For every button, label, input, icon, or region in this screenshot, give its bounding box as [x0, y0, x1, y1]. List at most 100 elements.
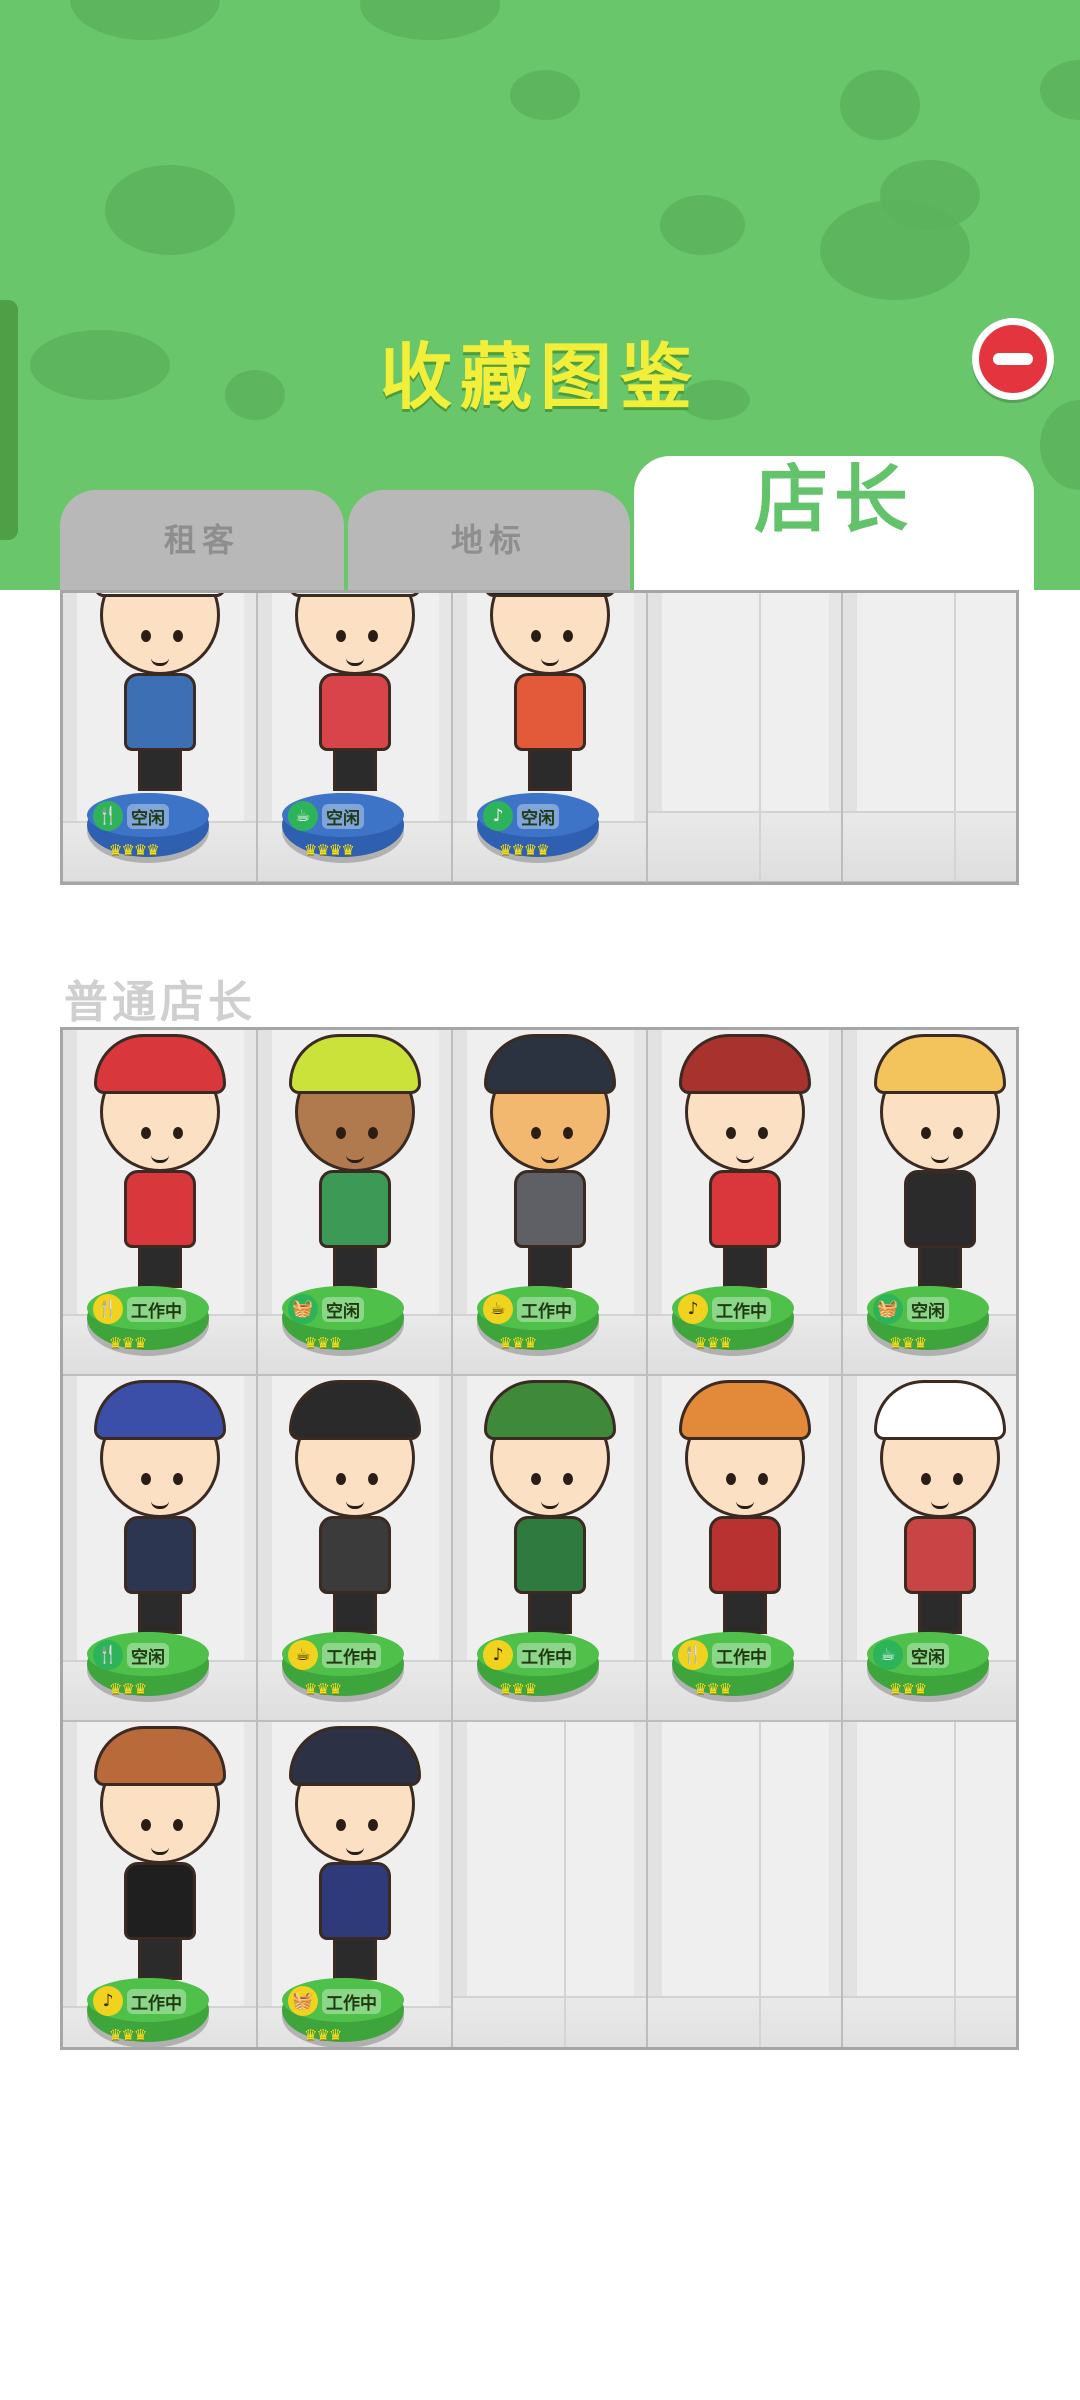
- manager-slot[interactable]: 🍴 空闲 ♛♛♛: [63, 1376, 258, 1722]
- tab-label: 店长: [754, 457, 914, 543]
- music-note-icon: ♪: [483, 801, 513, 831]
- manager-slot[interactable]: 🍴 工作中 ♛♛♛: [63, 1030, 258, 1376]
- manager-slot[interactable]: 🍴 工作中 ♛♛♛: [648, 1376, 843, 1722]
- slot-floor: [648, 1996, 841, 2047]
- collection-screen: 收藏图鉴 租客 地标 店长 🍴 空闲 ♛♛♛♛ ☕ 空闲 ♛♛♛♛ ♪ 空闲 ♛♛♛♛ 普通店长…: [0, 0, 1080, 2400]
- character-eye: [140, 1819, 151, 1831]
- status-badge: 🧺 空闲: [873, 1294, 949, 1324]
- pedestal: ♪ 工作中 ♛♛♛: [87, 1978, 209, 2044]
- manager-slot[interactable]: ☕ 空闲 ♛♛♛: [843, 1376, 1016, 1722]
- character-legs: [917, 1590, 962, 1634]
- character-legs: [527, 1590, 572, 1634]
- manager-slot[interactable]: ♪ 空闲 ♛♛♛♛: [453, 593, 648, 882]
- pedestal: ☕ 空闲 ♛♛♛♛: [282, 793, 404, 859]
- manager-slot[interactable]: 🧺 空闲 ♛♛♛: [258, 1030, 453, 1376]
- character-eye: [172, 1819, 183, 1831]
- character-hat: [483, 1380, 616, 1440]
- character-mouth: [540, 1501, 559, 1509]
- character-body: [708, 1516, 781, 1594]
- music-note-icon: ♪: [678, 1294, 708, 1324]
- pedestal: ♪ 空闲 ♛♛♛♛: [477, 793, 599, 859]
- slot-floor: [453, 1996, 646, 2047]
- tab-managers[interactable]: 店长: [634, 456, 1034, 590]
- tab-label: 租客: [163, 521, 240, 559]
- character-legs: [527, 747, 572, 791]
- status-text: 工作中: [517, 1296, 576, 1322]
- status-text: 工作中: [127, 1988, 186, 2014]
- character-body: [123, 673, 196, 751]
- status-badge: ☕ 空闲: [288, 801, 364, 831]
- character-hat: [93, 593, 226, 597]
- pedestal: 🧺 工作中 ♛♛♛: [282, 1978, 404, 2044]
- pedestal: ☕ 空闲 ♛♛♛: [867, 1632, 989, 1698]
- character-hat: [678, 1380, 811, 1440]
- character-legs: [332, 1244, 377, 1288]
- manager-slot[interactable]: 🧺 空闲 ♛♛♛: [843, 1030, 1016, 1376]
- character-legs: [332, 1936, 377, 1980]
- status-badge: ☕ 工作中: [288, 1640, 381, 1670]
- empty-slot: [843, 593, 1016, 882]
- character-eye: [335, 1127, 346, 1139]
- character-mouth: [150, 1155, 169, 1163]
- character-body: [318, 1516, 391, 1594]
- manager-slot[interactable]: 🍴 空闲 ♛♛♛♛: [63, 593, 258, 882]
- status-text: 工作中: [322, 1642, 381, 1668]
- bg-blob: [70, 0, 220, 40]
- manager-slot[interactable]: ♪ 工作中 ♛♛♛: [648, 1030, 843, 1376]
- pedestal: 🍴 工作中 ♛♛♛: [87, 1286, 209, 1352]
- manager-slot[interactable]: ☕ 空闲 ♛♛♛♛: [258, 593, 453, 882]
- character-eye: [530, 630, 541, 642]
- status-text: 空闲: [322, 803, 364, 829]
- status-badge: ♪ 工作中: [678, 1294, 771, 1324]
- bg-blob: [1040, 60, 1080, 120]
- character-mouth: [930, 1501, 949, 1509]
- pedestal: ☕ 工作中 ♛♛♛: [282, 1632, 404, 1698]
- character-eye: [172, 1127, 183, 1139]
- basket-icon: 🧺: [288, 1986, 318, 2016]
- mug-icon: ☕: [873, 1640, 903, 1670]
- character-head: [99, 593, 220, 675]
- character-hat: [288, 593, 421, 597]
- manager-grid: 🍴 工作中 ♛♛♛ 🧺 空闲 ♛♛♛ ☕ 工作中 ♛♛♛ ♪ 工作中 ♛♛♛ 🧺 空闲 ♛♛♛ 🍴 空闲 ♛♛♛ ☕…: [60, 1027, 1019, 2050]
- manager-slot[interactable]: ☕ 工作中 ♛♛♛: [453, 1030, 648, 1376]
- page-title: 收藏图鉴: [379, 335, 700, 419]
- minus-circle-icon: [993, 353, 1033, 365]
- mug-icon: ☕: [288, 1640, 318, 1670]
- character-hat: [93, 1034, 226, 1094]
- character-hat: [288, 1726, 421, 1786]
- tab-tenants[interactable]: 租客: [60, 490, 344, 590]
- status-text: 空闲: [322, 1296, 364, 1322]
- character-mouth: [150, 1501, 169, 1509]
- character-mouth: [345, 1847, 364, 1855]
- fork-knife-icon: 🍴: [678, 1640, 708, 1670]
- manager-slot[interactable]: 🧺 工作中 ♛♛♛: [258, 1722, 453, 2047]
- character-body: [513, 1516, 586, 1594]
- character-legs: [137, 1244, 182, 1288]
- slot-crease: [564, 1722, 566, 2047]
- character-legs: [527, 1244, 572, 1288]
- character-hat: [483, 1034, 616, 1094]
- character-mouth: [540, 658, 559, 666]
- pedestal: 🧺 空闲 ♛♛♛: [867, 1286, 989, 1352]
- character-eye: [562, 630, 573, 642]
- character-eye: [952, 1473, 963, 1485]
- tab-landmarks[interactable]: 地标: [348, 490, 630, 590]
- character-hat: [288, 1034, 421, 1094]
- character-eye: [367, 1473, 378, 1485]
- fork-knife-icon: 🍴: [93, 1640, 123, 1670]
- character-hat: [678, 1034, 811, 1094]
- level-crowns: ♛♛♛♛: [499, 841, 550, 859]
- pedestal: 🍴 空闲 ♛♛♛: [87, 1632, 209, 1698]
- character-body: [123, 1862, 196, 1940]
- bg-blob: [360, 0, 500, 40]
- empty-slot: [648, 1722, 843, 2047]
- close-button[interactable]: [972, 318, 1054, 400]
- manager-slot[interactable]: ☕ 工作中 ♛♛♛: [258, 1376, 453, 1722]
- character-eye: [335, 630, 346, 642]
- slot-floor: [843, 1996, 1016, 2047]
- character-mouth: [930, 1155, 949, 1163]
- manager-slot[interactable]: ♪ 工作中 ♛♛♛: [63, 1722, 258, 2047]
- character-mouth: [345, 658, 364, 666]
- manager-slot[interactable]: ♪ 工作中 ♛♛♛: [453, 1376, 648, 1722]
- character-eye: [335, 1473, 346, 1485]
